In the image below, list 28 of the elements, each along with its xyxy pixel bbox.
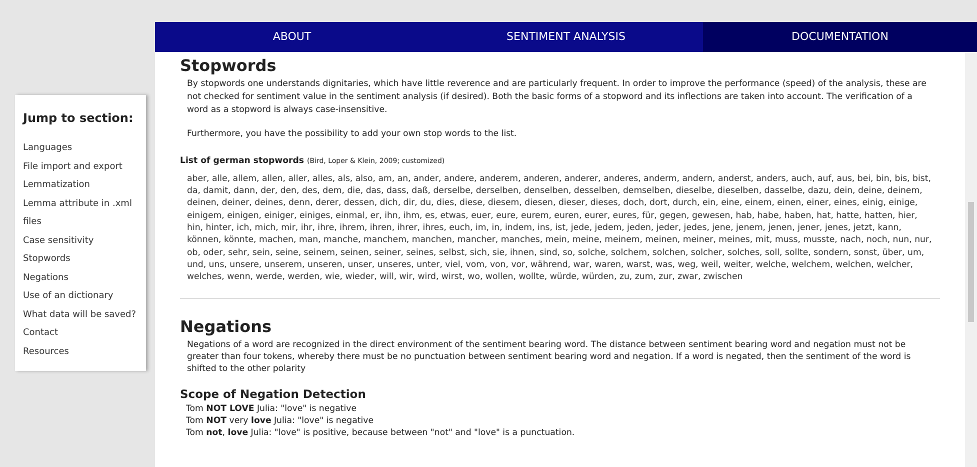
nav-tab[interactable]: DOCUMENTATION: [703, 22, 977, 52]
sidebar-link[interactable]: Contact: [23, 324, 138, 342]
stopword-list: aber, alle, allem, allen, aller, alles, als, also, am, an, ander, andere, anderem, anderen, anderer, anderes, anderm, andern, anderst, anders, auch, auf, aus, bei, bin, bis, bist, da, damit, dann, der, den, des, dem, die, das, dass, daß, derselbe, derselben, denselben, desselben, demselben, dieselbe, dieselben, dasselbe, dazu, dein, deine, deinem, deinen, deiner, deines, denn, derer, dessen, dich, dir, du, dies, diese, diesem, diesen, dieser, dieses, doch, dort, durch, ein, eine, einem, einen, einer, eines, einig, einige, einigem, einigen, einiger, einiges, einmal, er, ihn, ihm, es, etwas, euer, eure, eurem, euren, eurer, eures, für, gegen, gewesen, hab, habe, haben, hat, hatte, hatten, hier, hin, hinter, ich, mich, mir, ihr, ihre, ihrem, ihren, ihrer, ihres, euch, im, in, indem, ins, ist, jede, jedem, jeden, jeder, jedes, jene, jenem, jenen, jener, jenes, jetzt, kann, können, könnte, machen, man, manche, manchem, manchen, mancher, manches, mein, meine, meinem, meinen, meiner, meines, mit, muss, musste, nach, noch, nun, nur, ob, oder, sehr, sein, seine, seinem, seinen, seiner, seines, selbst, sich, sie, ihnen, sind, so, solche, solchem, solchen, solcher, solches, soll, sollte, sondern, sonst, über, um, und, uns, unsere, unserem, unseren, unser, unseres, unter, viel, vom, von, vor, während, war, waren, warst, was, weg, weil, weiter, welche, welchem, welchen, welcher, welches, wenn, werde, werden, wie, wieder, will, wir, wird, wirst, wo, wollen, wollte, würde, würden, zu, zum, zur, zwar, zwischen: [180, 172, 940, 284]
sidebar-link[interactable]: Stopwords: [23, 250, 138, 268]
paragraph: Negations of a word are recognized in the direct environment of the sentiment bearing word. The distance between sentiment bearing word and negation must not be greater than four tokens, whereby there must be no punctuation between sentiment bearing word and negation. If a word is negated, then the sentiment of the word is shifted to the other polarity: [186, 338, 912, 375]
example-line: Tom not, love Julia: "love" is positive, because between "not" and "love" is a punctuation.: [186, 426, 576, 439]
sidebar-link[interactable]: Case sensitivity: [23, 232, 138, 250]
paragraph: By stopwords one understands dignitaries, which have little reverence and are particularly frequent. In order to improve the performance (speed) of the analysis, these are not checked for sentiment value in the sentiment analysis (if desired). Both the basic forms of a stopword and its inflections are taken into account. The verification of a word as a stopword is always case-insensitive.: [187, 78, 928, 117]
section-heading: Stopwords: [180, 56, 278, 76]
scrollbar[interactable]: [965, 52, 977, 467]
sidebar-link[interactable]: What data will be saved?: [23, 306, 138, 324]
paragraph: Furthermore, you have the possibility to add your own stop words to the list.: [187, 128, 518, 141]
example-line: Tom NOT very love Julia: "love" is negative: [186, 414, 374, 427]
section-heading: Negations: [180, 316, 273, 337]
sidebar-title: Jump to section:: [23, 110, 134, 127]
scrollbar-thumb[interactable]: [968, 202, 974, 322]
sidebar-link[interactable]: Resources: [23, 342, 138, 361]
nav-tab[interactable]: ABOUT: [155, 22, 429, 52]
sidebar-link[interactable]: Languages: [23, 139, 138, 158]
nav-tab[interactable]: SENTIMENT ANALYSIS: [429, 22, 703, 52]
subsection-heading: Scope of Negation Detection: [180, 386, 367, 401]
list-title: List of german stopwords: [180, 155, 304, 168]
sidebar-link[interactable]: Use of an dictionary: [23, 287, 138, 306]
example-line: Tom NOT LOVE Julia: "love" is negative: [186, 402, 358, 415]
sidebar-link[interactable]: Lemma attribute in .xml files: [23, 194, 138, 232]
sidebar-link[interactable]: Lemmatization: [23, 176, 138, 194]
sidebar-link[interactable]: File import and export: [23, 158, 138, 176]
sidebar-link[interactable]: Negations: [23, 268, 138, 287]
